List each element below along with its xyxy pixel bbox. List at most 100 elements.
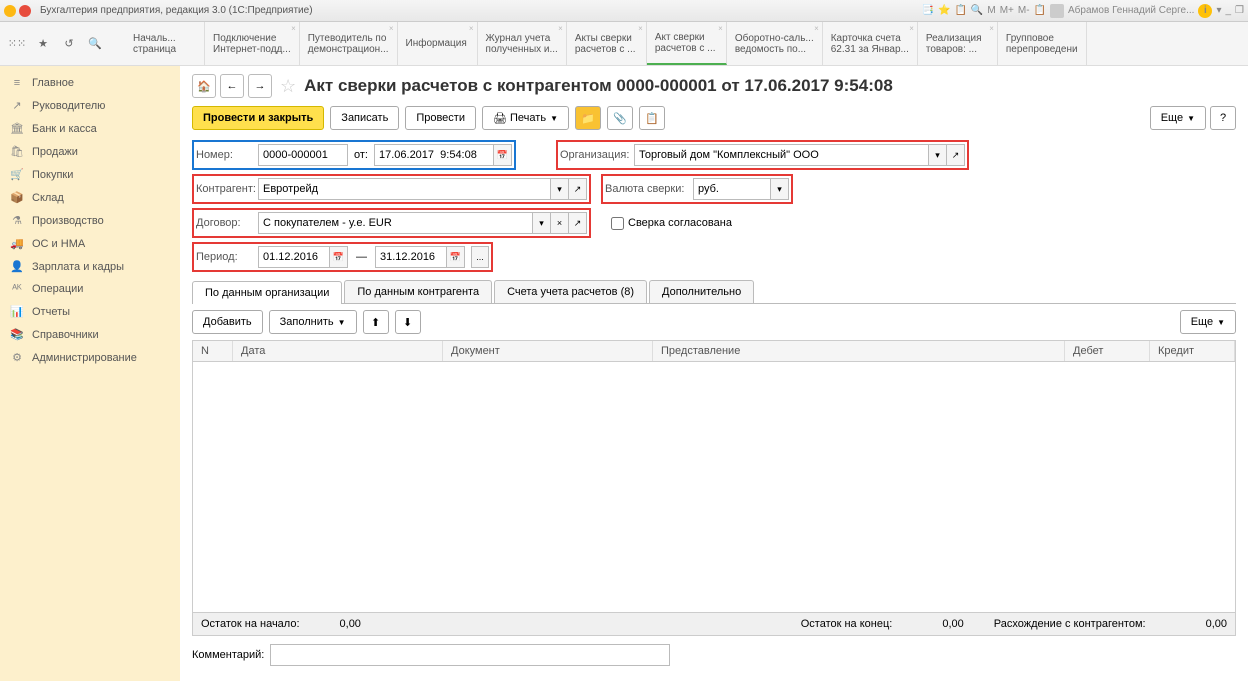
tab-strip: Началь...страница ×ПодключениеИнтернет-п… [125, 22, 1248, 65]
dropdown-icon[interactable]: ▾ [551, 178, 569, 200]
avatar[interactable] [1050, 4, 1064, 18]
sidebar-item-operations[interactable]: ᴬᴷОперации [0, 278, 180, 300]
agreed-checkbox[interactable] [611, 217, 624, 230]
org-input[interactable] [634, 144, 929, 166]
print-button[interactable]: 🖨 Печать▼ [482, 106, 569, 130]
grid-body[interactable] [193, 362, 1235, 612]
copy-button[interactable]: 📋 [639, 106, 665, 130]
move-up-button[interactable]: ⬆ [363, 310, 389, 334]
toolbar-icon[interactable]: M- [1018, 5, 1030, 16]
tab[interactable]: Групповоеперепроведени [998, 22, 1087, 65]
toolbar-icon[interactable]: M+ [1000, 5, 1014, 16]
window-control-icon[interactable] [19, 5, 31, 17]
star-icon[interactable]: ★ [34, 35, 52, 53]
calendar-icon[interactable]: 📅 [447, 246, 465, 268]
sidebar-item-manager[interactable]: ↗Руководителю [0, 94, 180, 117]
tab[interactable]: ×Оборотно-саль...ведомость по... [727, 22, 823, 65]
clear-icon[interactable]: × [551, 212, 569, 234]
tab[interactable]: ×ПодключениеИнтернет-подд... [205, 22, 300, 65]
sidebar-item-reports[interactable]: 📊Отчеты [0, 300, 180, 323]
contract-input[interactable] [258, 212, 533, 234]
more-button[interactable]: Еще▼ [1150, 106, 1206, 130]
add-button[interactable]: Добавить [192, 310, 263, 334]
tab-additional[interactable]: Дополнительно [649, 280, 754, 303]
tab[interactable]: ×Реализациятоваров: ... [918, 22, 998, 65]
page-title: Акт сверки расчетов с контрагентом 0000-… [304, 76, 893, 96]
sidebar-item-bank[interactable]: 🏛Банк и касса [0, 117, 180, 140]
folder-button[interactable]: 📁 [575, 106, 601, 130]
forward-button[interactable]: → [248, 74, 272, 98]
tab-partner-data[interactable]: По данным контрагента [344, 280, 492, 303]
fill-button[interactable]: Заполнить▼ [269, 310, 357, 334]
save-button[interactable]: Записать [330, 106, 399, 130]
dropdown-icon[interactable]: ▾ [929, 144, 947, 166]
tab[interactable]: ×Акты сверкирасчетов с ... [567, 22, 647, 65]
content-area: 🏠 ← → ☆ Акт сверки расчетов с контрагент… [180, 66, 1248, 681]
sidebar-item-assets[interactable]: 🚚ОС и НМА [0, 232, 180, 255]
col-n[interactable]: N [193, 341, 233, 361]
toolbar-icon[interactable]: M [987, 5, 995, 16]
sidebar-item-production[interactable]: ⚗Производство [0, 209, 180, 232]
open-icon[interactable]: ↗ [569, 212, 587, 234]
post-button[interactable]: Провести [405, 106, 476, 130]
col-doc[interactable]: Документ [443, 341, 653, 361]
period-from-input[interactable] [258, 246, 330, 268]
open-icon[interactable]: ↗ [569, 178, 587, 200]
tab[interactable]: ×Путеводитель подемонстрацион... [300, 22, 398, 65]
dropdown-icon[interactable]: ▾ [533, 212, 551, 234]
sidebar-item-purchases[interactable]: 🛒Покупки [0, 163, 180, 186]
dropdown-icon[interactable]: ▾ [771, 178, 789, 200]
home-button[interactable]: 🏠 [192, 74, 216, 98]
apps-icon[interactable]: ⁙⁙ [8, 35, 26, 53]
calendar-icon[interactable]: 📅 [330, 246, 348, 268]
history-icon[interactable]: ↺ [60, 35, 78, 53]
dropdown-icon[interactable]: ▾ [1216, 5, 1221, 16]
toolbar-icon[interactable]: 🔍 [971, 5, 983, 16]
info-icon[interactable]: i [1198, 4, 1212, 18]
post-close-button[interactable]: Провести и закрыть [192, 106, 324, 130]
sidebar-item-salary[interactable]: 👤Зарплата и кадры [0, 255, 180, 278]
toolbar-icon[interactable]: 📑 [922, 5, 934, 16]
toolbar-icon[interactable]: 📋 [1034, 5, 1046, 16]
more-button[interactable]: Еще▼ [1180, 310, 1236, 334]
tab-active[interactable]: ×Акт сверкирасчетов с ... [647, 22, 727, 65]
sidebar-item-sales[interactable]: 🛍Продажи [0, 140, 180, 163]
help-button[interactable]: ? [1210, 106, 1236, 130]
tab[interactable]: ×Информация [398, 22, 478, 65]
period-select-button[interactable]: ... [471, 246, 489, 268]
maximize-icon[interactable]: ❐ [1235, 5, 1244, 16]
sidebar-item-refs[interactable]: 📚Справочники [0, 323, 180, 346]
sidebar-item-admin[interactable]: ⚙Администрирование [0, 346, 180, 369]
col-date[interactable]: Дата [233, 341, 443, 361]
toolbar-icon[interactable]: ⭐ [938, 5, 950, 16]
open-icon[interactable]: ↗ [947, 144, 965, 166]
toolbar-icon[interactable]: 📋 [954, 5, 966, 16]
period-to-input[interactable] [375, 246, 447, 268]
back-button[interactable]: ← [220, 74, 244, 98]
bank-icon: 🏛 [10, 122, 24, 135]
calendar-icon[interactable]: 📅 [494, 144, 512, 166]
tab[interactable]: ×Карточка счета62.31 за Январ... [823, 22, 918, 65]
col-debit[interactable]: Дебет [1065, 341, 1150, 361]
window-control-icon[interactable] [4, 5, 16, 17]
partner-input[interactable] [258, 178, 551, 200]
tab[interactable]: ×Журнал учетаполученных и... [478, 22, 567, 65]
favorite-icon[interactable]: ☆ [280, 76, 296, 97]
tab[interactable]: Началь...страница [125, 22, 205, 65]
currency-input[interactable] [693, 178, 771, 200]
date-input[interactable] [374, 144, 494, 166]
move-down-button[interactable]: ⬇ [395, 310, 421, 334]
sidebar-item-main[interactable]: ≡Главное [0, 72, 180, 94]
attach-button[interactable]: 📎 [607, 106, 633, 130]
user-name[interactable]: Абрамов Геннадий Серге... [1068, 5, 1194, 16]
search-icon[interactable]: 🔍 [86, 35, 104, 53]
tab-accounts[interactable]: Счета учета расчетов (8) [494, 280, 647, 303]
sidebar-item-warehouse[interactable]: 📦Склад [0, 186, 180, 209]
col-credit[interactable]: Кредит [1150, 341, 1235, 361]
comment-input[interactable] [270, 644, 670, 666]
tab-org-data[interactable]: По данным организации [192, 281, 342, 304]
number-input[interactable] [258, 144, 348, 166]
grid-header: N Дата Документ Представление Дебет Кред… [193, 341, 1235, 362]
col-repr[interactable]: Представление [653, 341, 1065, 361]
minimize-icon[interactable]: _ [1225, 5, 1231, 16]
